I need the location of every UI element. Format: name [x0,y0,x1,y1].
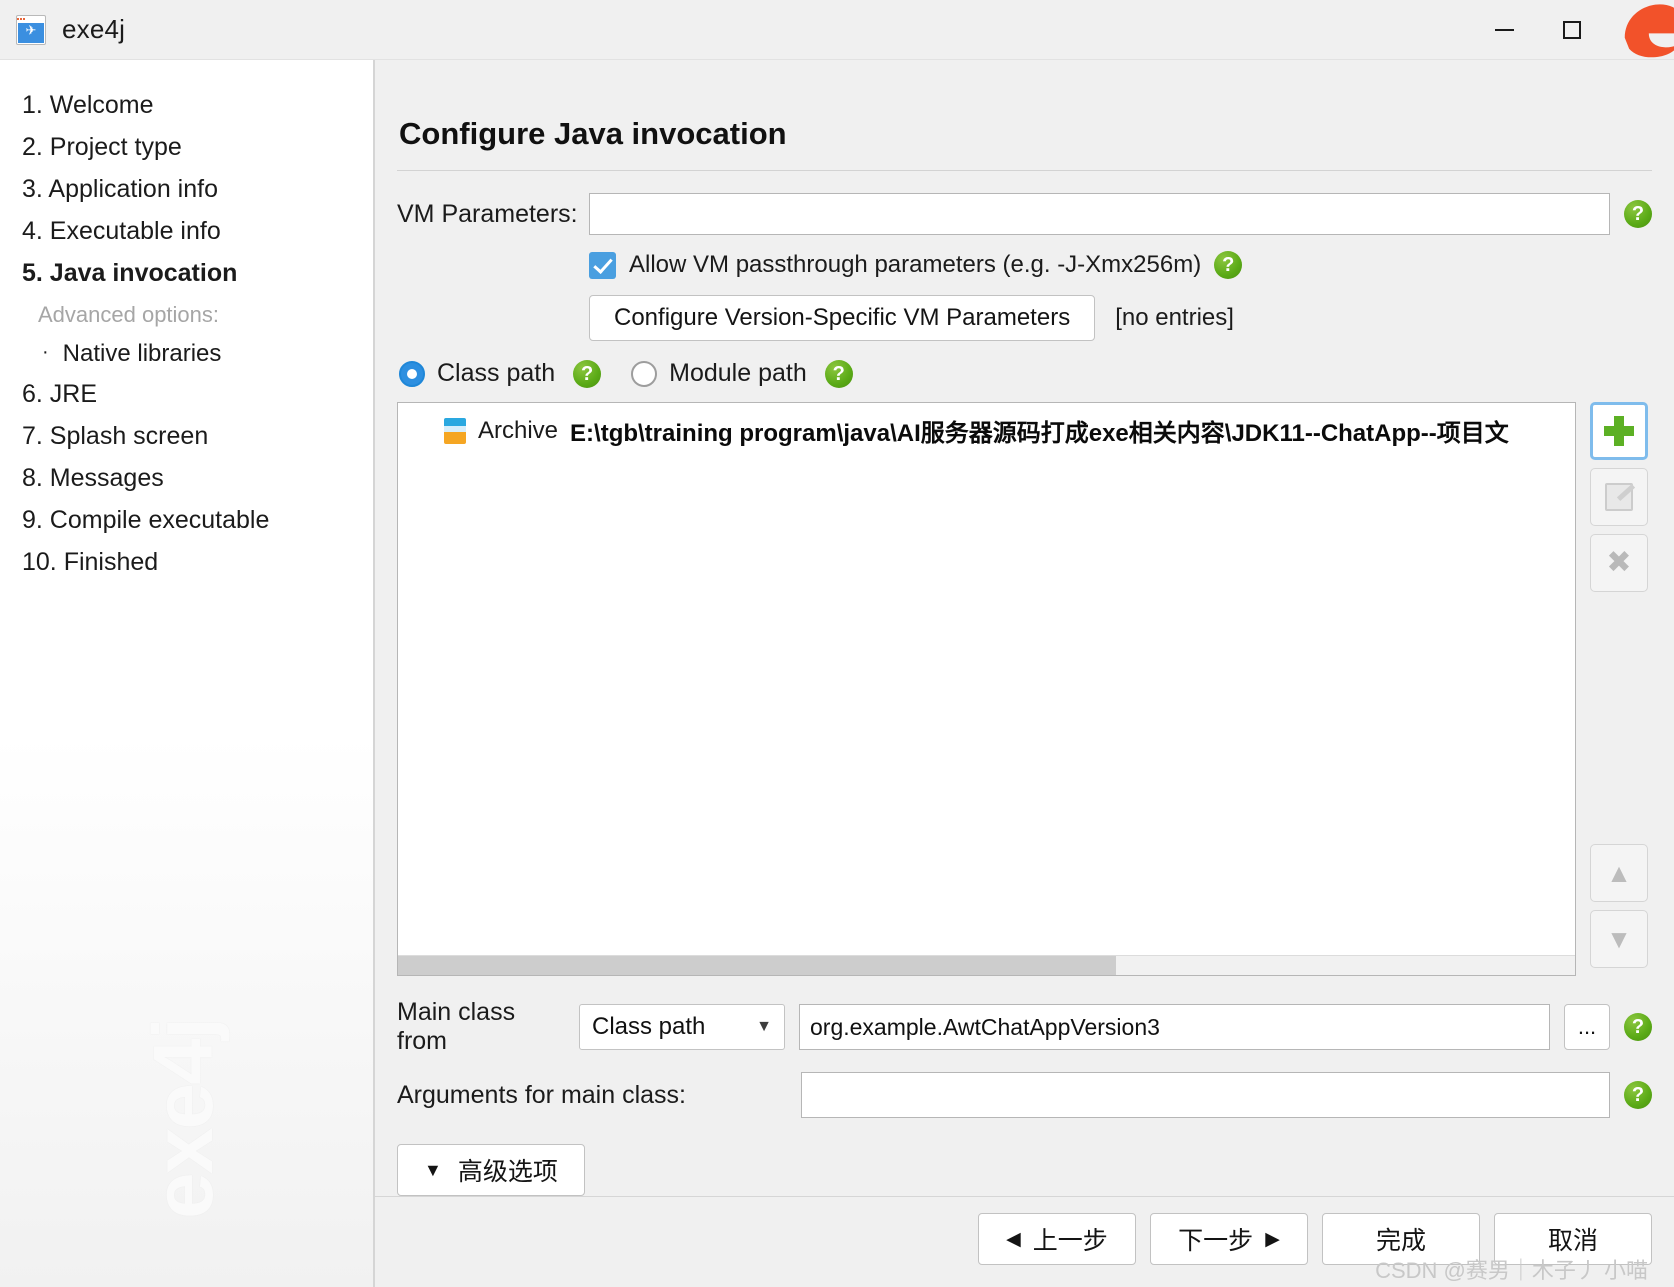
allow-passthrough-label: Allow VM passthrough parameters (e.g. -J… [629,251,1202,278]
classpath-toolbar: ✖ ▲ ▼ [1590,402,1652,976]
sidebar-item-project-type[interactable]: 2. Project type [0,126,373,168]
edit-icon [1605,483,1633,511]
chevron-down-icon: ▼ [424,1159,442,1180]
vm-parameters-input[interactable] [589,193,1610,235]
passthrough-block: Allow VM passthrough parameters (e.g. -J… [397,251,1652,359]
exe4j-watermark: exe4j [136,1018,230,1219]
sidebar-item-label: Native libraries [62,339,222,367]
sidebar-item-executable-info[interactable]: 4. Executable info [0,210,373,252]
entry-type-label: Archive [478,416,559,444]
add-button[interactable] [1590,402,1648,460]
passthrough-row: Allow VM passthrough parameters (e.g. -J… [589,251,1652,279]
arguments-label: Arguments for main class: [397,1080,686,1109]
wizard-step-sidebar: 1. Welcome 2. Project type 3. Applicatio… [0,60,375,1287]
main-content: Configure Java invocation VM Parameters:… [375,60,1674,1196]
advanced-options-label: 高级选项 [457,1158,558,1186]
bullet-dot-icon: · [42,340,49,363]
classpath-list[interactable]: Archive E:\tgb\training program\java\AI服… [397,402,1576,976]
main-class-source-value: Class path [592,1013,706,1040]
version-specific-row: Configure Version-Specific VM Parameters… [589,295,1652,341]
main-class-browse-button[interactable]: ... [1564,1004,1610,1050]
vm-parameters-help-icon[interactable]: ? [1624,200,1652,228]
class-path-help-icon[interactable]: ? [573,359,602,388]
window-body: 1. Welcome 2. Project type 3. Applicatio… [0,60,1674,1287]
csdn-watermark: CSDN @赛男｜木子丿 小喵 [1375,1258,1648,1283]
module-path-radio[interactable] [631,360,658,387]
sidebar-item-welcome[interactable]: 1. Welcome [0,84,373,126]
main-class-input[interactable]: org.example.AwtChatAppVersion3 [799,1004,1550,1050]
remove-button[interactable]: ✖ [1590,534,1648,592]
sidebar-item-java-invocation[interactable]: 5. Java invocation [0,252,373,294]
classpath-list-body: Archive E:\tgb\training program\java\AI服… [398,403,1575,955]
jar-archive-icon [444,417,466,444]
list-item[interactable]: Archive E:\tgb\training program\java\AI服… [398,403,1575,448]
vm-parameters-label: VM Parameters: [397,199,578,228]
close-x-icon: ✖ [1606,546,1632,579]
chevron-down-icon: ▼ [756,1018,772,1035]
scrollbar-thumb[interactable] [398,956,1116,975]
main-class-source-select[interactable]: Class path ▼ [579,1004,785,1050]
sidebar-advanced-options-heading: Advanced options: [38,302,220,327]
sidebar-item-jre[interactable]: 6. JRE [0,373,373,415]
page-title: Configure Java invocation [399,116,787,151]
minimize-button[interactable] [1470,0,1538,60]
title-bar: ✈ exe4j ✕ [0,0,1674,60]
arrow-left-icon: ◀ [1006,1228,1021,1250]
sidebar-item-finished[interactable]: 10. Finished [0,541,373,583]
title-divider [397,170,1652,171]
move-up-button[interactable]: ▲ [1590,844,1648,902]
configure-version-specific-vm-parameters-button[interactable]: Configure Version-Specific VM Parameters [589,295,1096,341]
classpath-area: Archive E:\tgb\training program\java\AI服… [397,402,1652,976]
sidebar-item-application-info[interactable]: 3. Application info [0,168,373,210]
back-button[interactable]: ◀ 上一步 [978,1213,1136,1265]
horizontal-scrollbar[interactable] [398,955,1575,975]
advanced-options-button[interactable]: ▼ 高级选项 [397,1144,585,1196]
module-path-label: Module path [669,359,807,387]
chevron-up-icon: ▲ [1606,858,1632,888]
exe4j-wizard-window: ✈ exe4j ✕ 1. Welcome 2. Project type 3. … [0,0,1674,1287]
main-class-from-label: Main class from [397,998,516,1055]
passthrough-help-icon[interactable]: ? [1214,251,1243,279]
maximize-button[interactable] [1538,0,1606,60]
maximize-icon [1563,20,1581,39]
close-button[interactable]: ✕ [1606,0,1674,60]
arrow-right-icon: ▶ [1265,1228,1280,1250]
plus-icon [1604,416,1634,446]
path-mode-row: Class path ? Module path ? [397,359,1652,388]
wizard-footer: ◀ 上一步 下一步 ▶ 完成 取消 CSDN @赛男｜木子丿 小喵 [375,1196,1674,1287]
main-panel: Configure Java invocation VM Parameters:… [375,60,1674,1287]
version-specific-status: [no entries] [1115,304,1234,331]
sidebar-item-compile-executable[interactable]: 9. Compile executable [0,499,373,541]
vm-parameters-row: VM Parameters: ? [397,193,1652,235]
close-icon: ✕ [1627,12,1653,46]
main-class-help-icon[interactable]: ? [1624,1013,1652,1041]
window-controls: ✕ [1470,0,1674,59]
entry-path: E:\tgb\training program\java\AI服务器源码打成ex… [570,420,1509,447]
arguments-help-icon[interactable]: ? [1624,1081,1652,1109]
sidebar-item-native-libraries[interactable]: · Native libraries [0,334,373,374]
minimize-icon [1494,28,1514,31]
chevron-down-icon: ▼ [1606,924,1632,954]
main-class-row: Main class from Class path ▼ org.example… [397,998,1652,1056]
sidebar-item-splash-screen[interactable]: 7. Splash screen [0,415,373,457]
sidebar-item-messages[interactable]: 8. Messages [0,457,373,499]
next-button-label: 下一步 [1178,1227,1254,1255]
window-title: exe4j [62,14,126,44]
back-button-label: 上一步 [1032,1227,1108,1255]
edit-button[interactable] [1590,468,1648,526]
move-down-button[interactable]: ▼ [1590,910,1648,968]
allow-passthrough-checkbox[interactable] [589,251,616,279]
next-button[interactable]: 下一步 ▶ [1150,1213,1308,1265]
bottom-fields: Main class from Class path ▼ org.example… [397,976,1652,1196]
arguments-input[interactable] [801,1072,1610,1118]
class-path-radio[interactable] [399,360,425,387]
app-rocket-icon: ✈ [16,14,46,45]
arguments-row: Arguments for main class: ? [397,1072,1652,1118]
class-path-label: Class path [437,359,556,387]
module-path-help-icon[interactable]: ? [824,359,853,388]
